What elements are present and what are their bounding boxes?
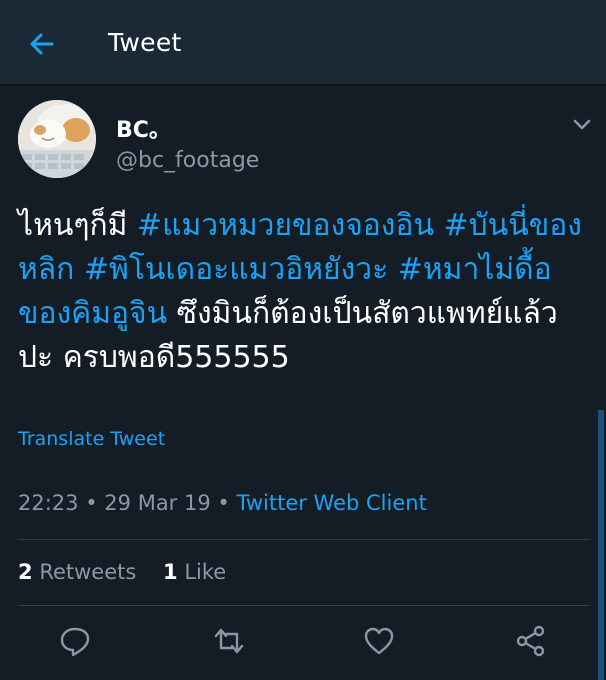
likes-label: Like (184, 560, 227, 584)
tweet-time: 22:23 (18, 491, 79, 515)
tweet-text-segment (74, 252, 84, 287)
divider (18, 539, 590, 540)
cat-avatar-image (18, 100, 96, 178)
page-title: Tweet (108, 28, 182, 57)
share-icon[interactable] (514, 624, 548, 658)
author-handle[interactable]: @bc_footage (116, 148, 259, 173)
scrollbar[interactable] (598, 410, 604, 680)
likes-stat[interactable]: 1 Like (163, 560, 226, 584)
retweets-stat[interactable]: 2 Retweets (18, 560, 136, 584)
hashtag-link[interactable]: #พิโนเดอะแมวอิหยังวะ (84, 252, 388, 287)
meta-separator: • (85, 491, 98, 515)
divider (18, 605, 590, 606)
heart-icon[interactable] (362, 624, 396, 658)
chevron-down-icon[interactable] (568, 110, 596, 138)
tweet-stats: 2 Retweets 1 Like (18, 560, 226, 584)
reply-icon[interactable] (58, 624, 92, 658)
tweet-date: 29 Mar 19 (104, 491, 211, 515)
arrow-left-icon[interactable] (24, 26, 60, 62)
tweet-meta: 22:23 • 29 Mar 19 • Twitter Web Client (18, 491, 427, 515)
tweet-text-segment (388, 252, 398, 287)
tweet-text-segment (434, 208, 444, 243)
translate-tweet-link[interactable]: Translate Tweet (18, 428, 165, 450)
tweet-client-link[interactable]: Twitter Web Client (236, 491, 426, 515)
retweet-icon[interactable] (212, 624, 246, 658)
tweet-text-segment: ไหนๆก็มี (18, 208, 137, 243)
retweets-count: 2 (18, 560, 33, 584)
hashtag-link[interactable]: #แมวหมวยของจองอิน (137, 208, 434, 243)
meta-separator: • (217, 491, 230, 515)
tweet-text: ไหนๆก็มี #แมวหมวยของจองอิน #บันนี่ของหลิ… (18, 204, 586, 380)
author-display-name[interactable]: BC。 (116, 112, 171, 144)
likes-count: 1 (163, 560, 178, 584)
author-avatar[interactable] (18, 100, 96, 178)
retweets-label: Retweets (39, 560, 137, 584)
top-app-bar: Tweet (0, 0, 606, 86)
